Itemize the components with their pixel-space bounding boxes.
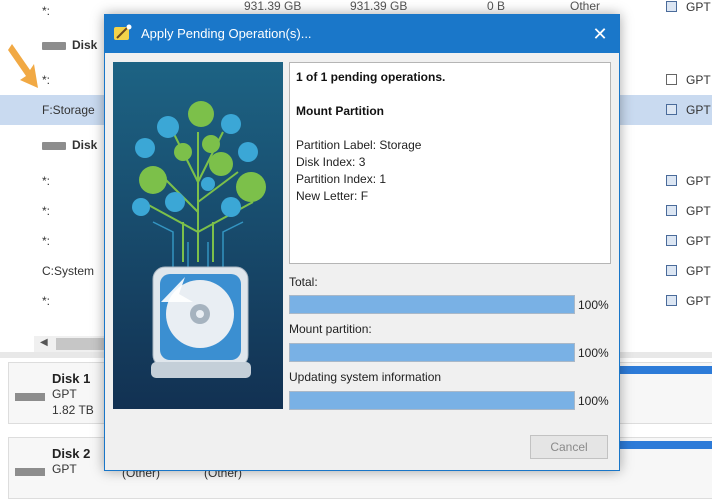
operation-name: Mount Partition bbox=[296, 104, 384, 118]
close-button[interactable]: ✕ bbox=[587, 21, 613, 47]
filesystem-cell: Other bbox=[570, 0, 601, 13]
pending-count: 1 of 1 pending operations. bbox=[296, 70, 446, 84]
disk-group-label: Disk bbox=[72, 38, 98, 52]
detail-disk-index: Disk Index: 3 bbox=[296, 155, 366, 169]
detail-new-letter: New Letter: F bbox=[296, 189, 369, 203]
disk-group-label: Disk bbox=[72, 138, 98, 152]
capacity-cell: 931.39 GB bbox=[244, 0, 302, 13]
disk-name: Disk 1 bbox=[52, 371, 91, 386]
apply-pending-dialog: Apply Pending Operation(s)... ✕ 1 of 1 p… bbox=[104, 14, 620, 471]
cancel-button[interactable]: Cancel bbox=[530, 435, 608, 459]
update-progress-percent: 100% bbox=[578, 394, 609, 408]
partition-usage-bar bbox=[619, 366, 712, 374]
partition-name: F:Storage bbox=[42, 103, 95, 117]
partition-usage-bar bbox=[619, 441, 712, 449]
scroll-left-icon[interactable]: ◀ bbox=[40, 337, 48, 348]
partition-name: *: bbox=[42, 4, 51, 18]
apply-wand-icon bbox=[114, 24, 132, 40]
operation-details-box: 1 of 1 pending operations. Mount Partiti… bbox=[289, 62, 611, 264]
detail-partition-index: Partition Index: 1 bbox=[296, 172, 387, 186]
dialog-title: Apply Pending Operation(s)... bbox=[141, 26, 312, 41]
partition-type: GPT bbox=[686, 0, 711, 14]
detail-partition-label: Partition Label: Storage bbox=[296, 138, 422, 152]
partition-type: GPT bbox=[686, 234, 711, 248]
update-progress-label: Updating system information bbox=[289, 370, 442, 384]
disk-icon bbox=[15, 393, 45, 401]
progress-fill bbox=[290, 392, 574, 409]
total-progress-percent: 100% bbox=[578, 298, 609, 312]
partition-name: *: bbox=[42, 204, 51, 218]
partition-type-icon bbox=[666, 1, 677, 12]
partition-type: GPT bbox=[686, 294, 711, 308]
partition-type-icon bbox=[666, 235, 677, 246]
partition-type: GPT bbox=[686, 264, 711, 278]
disk-tree-illustration bbox=[113, 62, 283, 409]
mount-progress-label: Mount partition: bbox=[289, 322, 372, 336]
partition-type: GPT bbox=[686, 103, 711, 117]
disk-icon bbox=[42, 142, 66, 150]
dialog-titlebar[interactable]: Apply Pending Operation(s)... ✕ bbox=[105, 15, 619, 53]
partition-name: *: bbox=[42, 174, 51, 188]
partition-name: *: bbox=[42, 294, 51, 308]
mount-progress-percent: 100% bbox=[578, 346, 609, 360]
mount-progress-bar bbox=[289, 343, 575, 362]
orange-arrow-icon bbox=[8, 44, 38, 88]
unused-cell: 0 B bbox=[487, 0, 506, 13]
partition-type-icon bbox=[666, 175, 677, 186]
partition-type: GPT bbox=[686, 174, 711, 188]
partition-type-icon bbox=[666, 265, 677, 276]
partition-name: C:System bbox=[42, 264, 95, 278]
disk-size: 1.82 TB bbox=[52, 403, 94, 417]
disk-type: GPT bbox=[52, 387, 77, 401]
partition-type-icon bbox=[666, 205, 677, 216]
progress-fill bbox=[290, 296, 574, 313]
partition-type: GPT bbox=[686, 73, 711, 87]
partition-type-icon bbox=[666, 295, 677, 306]
used-cell: 931.39 GB bbox=[350, 0, 408, 13]
total-progress-bar bbox=[289, 295, 575, 314]
disk-name: Disk 2 bbox=[52, 446, 91, 461]
partition-type-icon bbox=[666, 104, 677, 115]
partition-type: GPT bbox=[686, 204, 711, 218]
disk-type: GPT bbox=[52, 462, 77, 476]
partition-type-icon bbox=[666, 74, 677, 85]
update-progress-bar bbox=[289, 391, 575, 410]
partition-name: *: bbox=[42, 234, 51, 248]
disk-icon bbox=[15, 468, 45, 476]
progress-fill bbox=[290, 344, 574, 361]
total-progress-label: Total: bbox=[289, 275, 318, 289]
